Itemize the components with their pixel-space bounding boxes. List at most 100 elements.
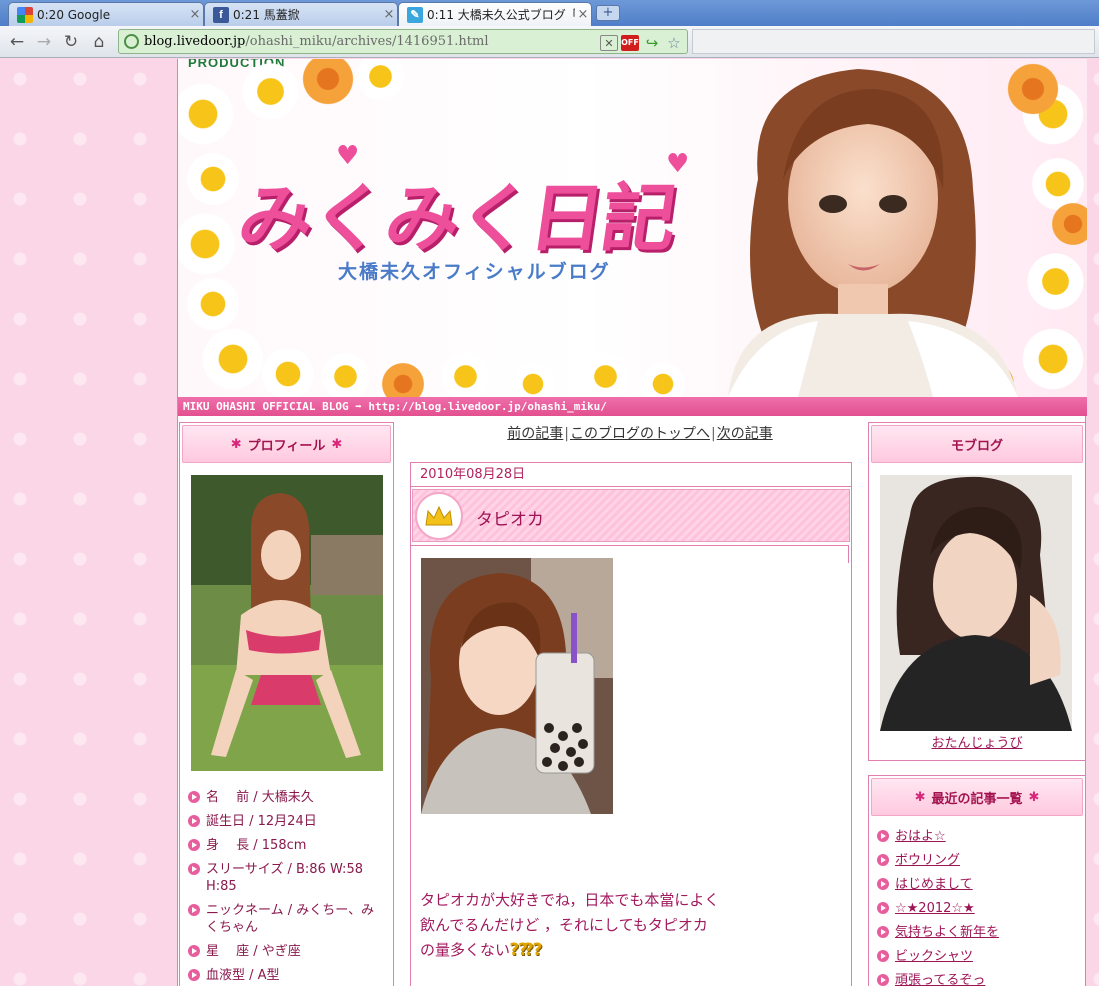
browser-toolbar: ← → ↻ ⌂ blog.livedoor.jp/ohashi_miku/arc… [0, 26, 1099, 58]
recent-entry-label: ビックシャツ [895, 949, 974, 964]
arrow-bullet-icon [877, 926, 889, 938]
list-item: 誕生日 / 12月24日 [186, 813, 386, 830]
recent-entry-link[interactable]: はじめまして [875, 876, 1075, 893]
close-icon[interactable]: × [575, 7, 591, 22]
recent-entry-label: 頑張ってるぞっ [895, 973, 986, 986]
moblog-widget: モブログ おたんじょうび [868, 422, 1086, 761]
blog-subtitle: 大橋未久オフィシャルブログ [338, 261, 611, 283]
home-icon[interactable]: ⌂ [88, 32, 110, 52]
blog-top-link[interactable]: このブログのトップへ [570, 426, 710, 442]
url-path: /ohashi_miku/archives/1416951.html [245, 34, 489, 49]
close-icon[interactable]: × [187, 7, 203, 22]
list-item: 身 長 / 158cm [186, 837, 386, 854]
arrow-bullet-icon [877, 950, 889, 962]
tab-blog[interactable]: ✎ 0:11 大橋未久公式ブログ「 × [398, 2, 592, 26]
address-bar[interactable]: blog.livedoor.jp/ohashi_miku/archives/14… [118, 29, 688, 54]
recent-entry-link[interactable]: 気持ちよく新年を [875, 924, 1075, 941]
recent-entry-link[interactable]: 頑張ってるぞっ [875, 972, 1075, 986]
extension-icon[interactable]: ✕ [600, 35, 618, 51]
tab-google[interactable]: 0:20 Google × [8, 2, 204, 26]
bookmark-star-icon[interactable]: ☆ [665, 35, 683, 51]
entry-title[interactable]: タピオカ [476, 505, 544, 530]
snowflake-icon: ✱ [331, 436, 343, 452]
recent-entry-label: ☆★2012☆★ [895, 901, 975, 916]
tab-facebook[interactable]: f 0:21 馬蓋掀 × [204, 2, 398, 26]
recent-entries-widget: ✱ 最近の記事一覧 ✱ おはよ☆ ボウリング はじめまして ☆★2012☆★ 気… [868, 775, 1086, 986]
daisy-decoration [198, 324, 268, 394]
daisy-decoration [578, 349, 633, 397]
snowflake-icon: ✱ [914, 789, 926, 805]
forward-arrow-icon[interactable]: → [33, 32, 55, 52]
blog-url-strip: MIKU OHASHI OFFICIAL BLOG ➡ http://blog.… [178, 397, 1087, 416]
arrow-bullet-icon [877, 830, 889, 842]
flower-decoration [1048, 199, 1087, 249]
arrow-bullet-icon [188, 839, 200, 851]
arrow-bullet-icon [877, 854, 889, 866]
recent-entry-link[interactable]: ボウリング [875, 852, 1075, 869]
url-host: blog.livedoor.jp [144, 34, 246, 49]
recent-entry-link[interactable]: ビックシャツ [875, 948, 1075, 965]
profile-photo[interactable] [191, 475, 383, 771]
recent-entry-link[interactable]: おはよ☆ [875, 828, 1075, 845]
entry-body-text: タピオカが大好きでね，日本でも本當によく飲んでるんだけど ，それにしてもタピオカ… [420, 891, 720, 959]
flower-decoration [378, 359, 428, 397]
next-entry-link[interactable]: 次の記事 [717, 426, 773, 442]
tab-label: 0:21 馬蓋掀 [233, 8, 300, 22]
entry-title-bar: タピオカ [412, 489, 850, 542]
moblog-heading: モブログ [871, 425, 1083, 463]
recent-entry-link[interactable]: ☆★2012☆★ [875, 900, 1075, 917]
profile-height: 身 長 / 158cm [206, 838, 307, 853]
moblog-photo[interactable] [880, 475, 1072, 731]
list-item: 星 座 / やぎ座 [186, 943, 386, 960]
profile-name: 名 前 / 大橋未久 [206, 790, 314, 805]
back-arrow-icon[interactable]: ← [6, 32, 28, 52]
daisy-decoration [438, 349, 493, 397]
entry-date: 2010年08月28日 [411, 463, 851, 487]
entry-body: タピオカが大好きでね，日本でも本當によく飲んでるんだけど ，それにしてもタピオカ… [420, 888, 720, 963]
prev-entry-link[interactable]: 前の記事 [507, 426, 563, 442]
blog-header-banner[interactable]: PRODUCTION ♥ ♥ みくみく日記 大橋未久オフィシャルブログ [178, 59, 1087, 397]
daisy-decoration [178, 209, 240, 279]
flower-decoration [298, 59, 358, 109]
daisy-decoration [178, 79, 238, 149]
moblog-caption-link[interactable]: おたんじょうび [869, 732, 1085, 751]
question-emoji-icon: ⁇⁇ [510, 940, 542, 960]
share-arrow-icon[interactable]: ↪ [643, 35, 661, 51]
daisy-decoration [1018, 324, 1087, 394]
daisy-decoration [508, 359, 558, 397]
arrow-bullet-icon [877, 974, 889, 986]
list-item: スリーサイズ / B:86 W:58 H:85 [186, 861, 386, 895]
profile-blood-type: 血液型 / A型 [206, 968, 280, 983]
blog-title: みくみく日記 [233, 176, 681, 262]
nav-separator: | [564, 426, 569, 442]
snowflake-icon: ✱ [1028, 789, 1040, 805]
reload-icon[interactable]: ↻ [60, 32, 82, 52]
entry-navigation: 前の記事|このブログのトップへ|次の記事 [410, 423, 870, 443]
arrow-bullet-icon [877, 902, 889, 914]
daisy-decoration [183, 149, 243, 209]
profile-measurements: スリーサイズ / B:86 W:58 H:85 [206, 862, 363, 894]
tab-label: 0:11 大橋未久公式ブログ「 [427, 8, 575, 22]
profile-heading: ✱ プロフィール ✱ [182, 425, 391, 463]
url-text[interactable]: blog.livedoor.jp/ohashi_miku/archives/14… [144, 34, 488, 49]
profile-heading-label: プロフィール [247, 438, 326, 454]
new-tab-button[interactable]: + [596, 5, 620, 21]
entry-photo[interactable] [421, 558, 613, 814]
adblock-off-icon[interactable]: OFF [621, 35, 639, 51]
tab-label: 0:20 Google [37, 7, 111, 22]
arrow-bullet-icon [188, 969, 200, 981]
snowflake-icon: ✱ [230, 436, 242, 452]
daisy-decoration [258, 344, 318, 397]
profile-zodiac: 星 座 / やぎ座 [206, 944, 301, 959]
daisy-decoration [638, 359, 688, 397]
close-icon[interactable]: × [381, 7, 397, 22]
list-item: 血液型 / A型 [186, 967, 386, 984]
google-favicon-icon [17, 6, 33, 23]
daisy-decoration [318, 349, 373, 397]
blog-entry: 2010年08月28日 タピオカ タピオカが大好きでね，日本でも本當によく飲んで… [410, 462, 852, 986]
profile-widget: ✱ プロフィール ✱ 名 前 / 大橋未久 誕生日 / 12月24日 身 長 /… [179, 422, 394, 986]
tab-strip: 0:20 Google × f 0:21 馬蓋掀 × ✎ 0:11 大橋未久公式… [0, 0, 1099, 26]
crown-icon-graphic [425, 505, 453, 526]
list-item: 名 前 / 大橋未久 [186, 789, 386, 806]
arrow-bullet-icon [188, 791, 200, 803]
